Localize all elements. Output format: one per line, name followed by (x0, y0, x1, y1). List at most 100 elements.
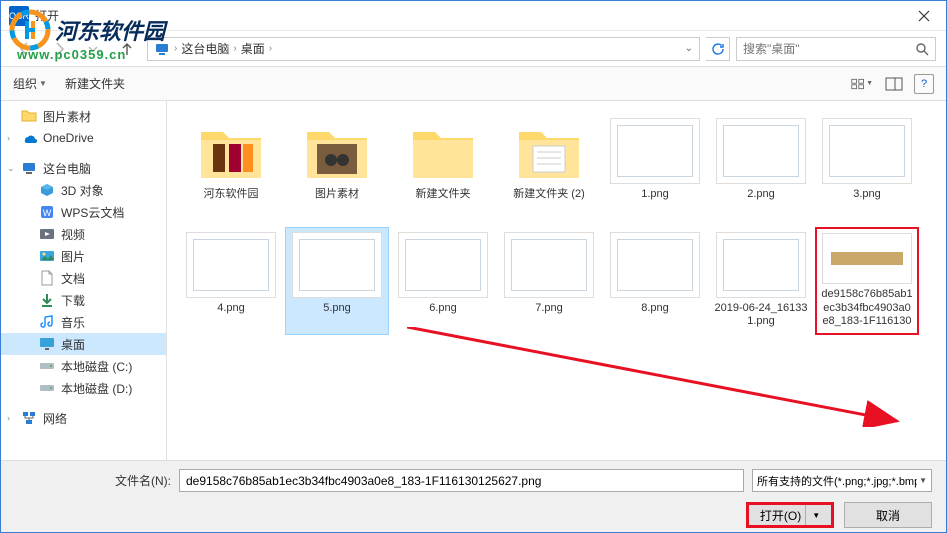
file-item[interactable]: 2019-06-24_161331.png (709, 227, 813, 335)
network-icon (21, 410, 37, 426)
sidebar-item-label: 文档 (61, 270, 85, 287)
sidebar-item-video[interactable]: 视频 (1, 223, 166, 245)
expand-icon[interactable]: ⌄ (7, 163, 15, 174)
file-name-label: 4.png (217, 302, 245, 315)
file-name-label: 河东软件园 (204, 188, 259, 201)
sidebar-item-label: 本地磁盘 (C:) (61, 358, 132, 375)
filename-input[interactable] (179, 469, 744, 492)
file-item[interactable]: de9158c76b85ab1ec3b34fbc4903a0e8_183-1F1… (815, 227, 919, 335)
sidebar-item-disk[interactable]: 本地磁盘 (D:) (1, 377, 166, 399)
breadcrumb-item[interactable]: 桌面 (241, 40, 265, 57)
sidebar-tree[interactable]: 图片素材›OneDrive ⌄ 这台电脑 3D 对象WWPS云文档视频图片文档下载音乐… (1, 101, 167, 493)
nav-recent-dropdown[interactable] (79, 35, 107, 63)
arrow-up-icon (119, 41, 135, 57)
bottom-bar: 文件名(N): 所有支持的文件(*.png;*.jpg;*.bmp;*.gif;… (1, 460, 946, 532)
svg-text:W: W (43, 208, 52, 218)
sidebar-item-label: 下载 (61, 292, 85, 309)
folder-item[interactable]: 新建文件夹 (391, 113, 495, 221)
sidebar-item-desktop[interactable]: 桌面 (1, 333, 166, 355)
help-button[interactable]: ? (914, 74, 934, 94)
breadcrumb-root[interactable]: 这台电脑 (181, 40, 229, 57)
file-item[interactable]: 2.png (709, 113, 813, 221)
expand-icon[interactable]: › (7, 413, 10, 423)
preview-pane-icon (885, 77, 903, 91)
open-dropdown[interactable]: ▼ (805, 505, 820, 525)
search-input[interactable] (743, 42, 915, 56)
nav-back-button[interactable] (11, 35, 39, 63)
sidebar-item-music[interactable]: 音乐 (1, 311, 166, 333)
file-thumbnail (822, 118, 912, 184)
file-thumbnail (716, 232, 806, 298)
titlebar: OCR 打开 (1, 1, 946, 31)
sidebar-item-onedrive[interactable]: ›OneDrive (1, 127, 166, 149)
address-bar[interactable]: › 这台电脑 › 桌面 › ⌄ (147, 37, 700, 61)
file-thumbnail (610, 232, 700, 298)
address-dropdown[interactable]: ⌄ (685, 43, 693, 54)
sidebar-item-pc[interactable]: ⌄ 这台电脑 (1, 157, 166, 179)
window-title: 打开 (35, 7, 59, 24)
file-item[interactable]: 6.png (391, 227, 495, 335)
file-name-label: 2019-06-24_161331.png (714, 302, 808, 328)
file-item[interactable]: 7.png (497, 227, 601, 335)
file-item[interactable]: 5.png (285, 227, 389, 335)
file-item[interactable]: 3.png (815, 113, 919, 221)
sidebar-item-label: 网络 (43, 410, 67, 427)
file-name-label: 图片素材 (315, 188, 359, 201)
folder-item[interactable]: 图片素材 (285, 113, 389, 221)
desktop-icon (39, 336, 55, 352)
annotation-arrow (407, 327, 907, 427)
file-name-label: 新建文件夹 (416, 188, 471, 201)
sidebar-item-label: 这台电脑 (43, 160, 91, 177)
sidebar-item-3d[interactable]: 3D 对象 (1, 179, 166, 201)
downloads-icon (39, 292, 55, 308)
sidebar-item-label: 图片 (61, 248, 85, 265)
pictures-icon (39, 248, 55, 264)
nav-up-button[interactable] (113, 35, 141, 63)
preview-pane-button[interactable] (882, 74, 906, 94)
organize-menu[interactable]: 组织 ▼ (13, 75, 47, 92)
nav-forward-button[interactable] (45, 35, 73, 63)
sidebar-item-wps[interactable]: WWPS云文档 (1, 201, 166, 223)
close-button[interactable] (901, 1, 946, 31)
file-grid[interactable]: 河东软件园 图片素材 新建文件夹 新建文件夹 (2)1.png 2.png 3.png 4.… (167, 101, 946, 493)
video-icon (39, 226, 55, 242)
cancel-button[interactable]: 取消 (844, 502, 932, 528)
expand-icon[interactable]: › (7, 133, 10, 143)
music-icon (39, 314, 55, 330)
close-icon (918, 10, 930, 22)
chevron-down-icon (88, 44, 98, 54)
sidebar-item-folder[interactable]: 图片素材 (1, 105, 166, 127)
file-item[interactable]: 1.png (603, 113, 707, 221)
pc-icon (21, 160, 37, 176)
organize-label: 组织 (13, 75, 37, 92)
folder-item[interactable]: 河东软件园 (179, 113, 283, 221)
sidebar-item-disk[interactable]: 本地磁盘 (C:) (1, 355, 166, 377)
app-icon: OCR (9, 6, 29, 26)
view-mode-button[interactable]: ▼ (850, 74, 874, 94)
sidebar-item-downloads[interactable]: 下载 (1, 289, 166, 311)
search-icon (915, 42, 929, 56)
file-type-filter[interactable]: 所有支持的文件(*.png;*.jpg;*.bmp;*.gif;*.tif) ▼ (752, 469, 932, 492)
open-button-label: 打开(O) (760, 507, 801, 524)
file-name-label: de9158c76b85ab1ec3b34fbc4903a0e8_183-1F1… (821, 288, 913, 329)
open-button[interactable]: 打开(O) ▼ (746, 502, 834, 528)
sidebar-item-docs[interactable]: 文档 (1, 267, 166, 289)
search-box[interactable] (736, 37, 936, 61)
sidebar-item-pictures[interactable]: 图片 (1, 245, 166, 267)
sidebar-item-network[interactable]: › 网络 (1, 407, 166, 429)
file-item[interactable]: 8.png (603, 227, 707, 335)
file-thumbnail (822, 233, 912, 284)
folder-item[interactable]: 新建文件夹 (2) (497, 113, 601, 221)
disk-icon (39, 380, 55, 396)
sidebar-item-label: 桌面 (61, 336, 85, 353)
refresh-button[interactable] (706, 37, 730, 61)
new-folder-button[interactable]: 新建文件夹 (65, 75, 125, 92)
folder-thumbnail (504, 118, 594, 184)
file-name-label: 3.png (853, 188, 881, 201)
file-item[interactable]: 4.png (179, 227, 283, 335)
filename-label: 文件名(N): (115, 472, 171, 489)
cancel-button-label: 取消 (876, 507, 900, 524)
file-name-label: 2.png (747, 188, 775, 201)
folder-icon (21, 108, 37, 124)
docs-icon (39, 270, 55, 286)
